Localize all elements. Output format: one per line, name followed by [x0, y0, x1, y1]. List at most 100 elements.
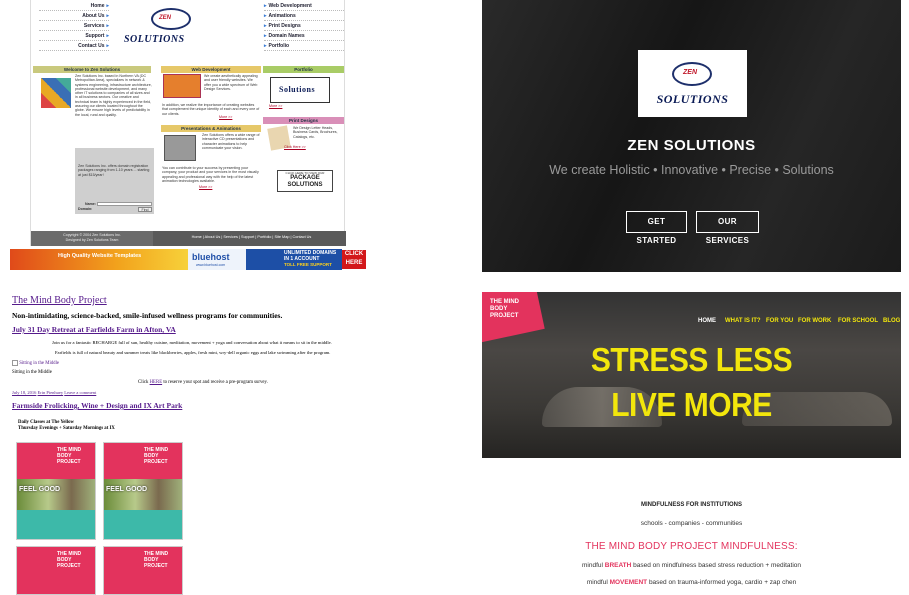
zen-logo-ring-icon [151, 8, 191, 30]
nav-print-link[interactable]: Print Designs [264, 23, 344, 31]
print-text: We Design Letter Heads, Business Cards, … [293, 126, 338, 139]
copyright: Copyright © 2004 Zen Solutions Inc. Desi… [31, 231, 153, 246]
webdev-screens-image [163, 74, 201, 98]
portfolio-header: Portfolio [263, 66, 344, 73]
nav-support-link[interactable]: Support [39, 33, 109, 41]
mindfulness-heading: THE MIND BODY PROJECT MINDFULNESS: [585, 541, 798, 552]
banner-click-button[interactable]: CLICK HERE [342, 250, 366, 269]
poster-2-brand: THE MIND BODY PROJECT [144, 447, 169, 465]
banner-templates-text: High Quality Website Templates [58, 253, 142, 259]
nav-domains-link[interactable]: Domain Names [264, 33, 344, 41]
reserve-post: to reserve your spot and receive a pre-p… [162, 380, 268, 385]
domain-text: Zen Solutions Inc. offers domain registr… [78, 164, 150, 177]
footer-links[interactable]: Home | About Us | Services | Support | P… [157, 235, 346, 239]
get-started-button[interactable]: GET STARTED [626, 211, 687, 245]
dark-logo-text: SOLUTIONS [656, 92, 729, 106]
reserve-pre: Click [138, 380, 150, 385]
unlimited-line-3: TOLL FREE SUPPORT [284, 262, 332, 267]
blog-site-title[interactable]: The Mind Body Project [12, 295, 107, 306]
our-services-button[interactable]: OUR SERVICES [696, 211, 759, 245]
zen-logo-box: ZEN SOLUTIONS [638, 50, 747, 117]
nav-for-work[interactable]: FOR WORK [798, 318, 831, 324]
post-date-link[interactable]: July 18, 2016 [12, 390, 36, 395]
mindful-breath-line: mindful BREATH based on mindfulness base… [482, 562, 901, 569]
mbp-logo-text: THE MIND BODY PROJECT [490, 299, 520, 320]
leave-comment-link[interactable]: Leave a comment [64, 390, 96, 395]
welcome-text: Zen Solutions Inc. based in Northern VA … [75, 74, 152, 117]
poster-2[interactable]: THE MIND BODY PROJECT FEEL GOOD [103, 442, 183, 540]
post-meta: July 18, 2016 Erin Pienhuey Leave a comm… [12, 390, 96, 395]
image-alt-text: Sitting in the Middle [19, 361, 60, 367]
nav-home-link[interactable]: Home [39, 3, 109, 11]
portfolio-logo-image[interactable]: Solutions [270, 77, 330, 103]
nav-for-you[interactable]: FOR YOU [766, 318, 793, 324]
domain-label: Domain: [78, 207, 93, 211]
webdev-more-link[interactable]: More >> [219, 115, 232, 119]
movement-bold: MOVEMENT [609, 579, 648, 586]
nav-portfolio-link[interactable]: Portfolio [264, 43, 344, 51]
nav-animations-link[interactable]: Animations [264, 13, 344, 21]
classes-line-1: Daily Classes at The Yellow [18, 420, 74, 425]
post-author-link[interactable]: Erin Pienhuey [38, 390, 64, 395]
find-button[interactable]: Find [138, 207, 152, 212]
poster-1-brand: THE MIND BODY PROJECT [57, 447, 82, 465]
domain-name-input[interactable] [97, 202, 152, 206]
poster-2-photo [104, 479, 182, 511]
headline-stress-less: STRESS LESS [590, 342, 793, 379]
package-line-3: SOLUTIONS [287, 182, 323, 188]
copyright-line-2: Designed by Zen Solutions Team [65, 238, 119, 242]
zen-logo-zen: ZEN [159, 15, 171, 21]
old-footer: Copyright © 2004 Zen Solutions Inc. Desi… [31, 231, 346, 246]
welcome-header: Welcome to Zen Solutions [33, 66, 151, 73]
print-click-link[interactable]: Click Here >> [284, 145, 306, 149]
poster-4[interactable]: THE MIND BODY PROJECT [103, 546, 183, 595]
poster-1-feel-good: FEEL GOOD [19, 486, 61, 494]
hero-tagline: We create Holistic • Innovative • Precis… [549, 163, 834, 177]
nav-services-link[interactable]: Services [39, 23, 109, 31]
post1-title[interactable]: July 31 Day Retreat at Farfields Farm in… [12, 325, 176, 334]
monitor-image [164, 135, 196, 161]
nav-for-school[interactable]: FOR SCHOOL [838, 318, 878, 324]
post1-paragraph-1: Join us for a fantastic RECHARGE full of… [52, 340, 332, 345]
bluehost-ad[interactable]: bluehost www.bluehost.com [188, 249, 246, 270]
mbp-hero: THE MIND BODY PROJECT HOME WHAT IS IT? F… [482, 292, 901, 458]
package-solutions-button[interactable]: CLICK HERE TO VIEW OUR PACKAGE SOLUTIONS [277, 170, 333, 192]
bluehost-url: www.bluehost.com [196, 263, 226, 267]
breath-bold: BREATH [604, 562, 632, 569]
nav-webdev-link[interactable]: Web Development [264, 3, 344, 11]
nav-home[interactable]: HOME [698, 318, 716, 324]
old-zen-page: Home About Us Services Support Contact U… [30, 0, 346, 246]
nav-about-link[interactable]: About Us [39, 13, 109, 21]
unlimited-ad[interactable]: UNLIMITED DOMAINS IN 1 ACCOUNT TOLL FREE… [246, 249, 342, 270]
domain-box: Zen Solutions Inc. offers domain registr… [75, 148, 154, 214]
banner-templates[interactable]: High Quality Website Templates [10, 249, 188, 270]
puzzle-icon [41, 78, 71, 108]
movement-pre: mindful [586, 579, 610, 586]
section-title: MINDFULNESS FOR INSTITUTIONS [641, 502, 742, 508]
webdev-header: Web Development [161, 66, 261, 73]
nav-contact-link[interactable]: Contact Us [39, 43, 109, 51]
nav-what-is-it[interactable]: WHAT IS IT? [725, 318, 761, 324]
presentations-header: Presentations & Animations [161, 125, 261, 132]
headline-live-more: LIVE MORE [611, 387, 772, 424]
post1-paragraph-2: Farfields is full of natural beauty and … [55, 350, 331, 355]
breath-pre: mindful [581, 562, 605, 569]
broken-image-icon: Sitting in the Middle [12, 360, 59, 366]
dark-logo-zen: ZEN [683, 69, 697, 76]
hero-background [482, 0, 901, 272]
poster-1[interactable]: THE MIND BODY PROJECT FEEL GOOD [16, 442, 96, 540]
ad-banner[interactable]: High Quality Website Templates bluehost … [10, 249, 366, 270]
poster-3[interactable]: THE MIND BODY PROJECT [16, 546, 96, 595]
reserve-link[interactable]: HERE [150, 380, 163, 385]
post2-title[interactable]: Farmside Frolicking, Wine + Design and I… [12, 401, 182, 410]
image-caption: Sitting in the Middle [12, 370, 52, 375]
mbp-logo-badge[interactable]: THE MIND BODY PROJECT [482, 292, 545, 343]
portfolio-more-link[interactable]: More >> [269, 104, 282, 108]
presentations-more-link[interactable]: More >> [199, 185, 212, 189]
poster-4-brand: THE MIND BODY PROJECT [144, 551, 169, 569]
package-line-2: PACKAGE [290, 175, 320, 181]
reserve-line: Click HERE to reserve your spot and rece… [138, 380, 268, 385]
webdev-text: We create aesthetically appealing and us… [204, 74, 258, 91]
zen-logo-text: SOLUTIONS [124, 34, 185, 45]
nav-blog[interactable]: BLOG [883, 318, 900, 324]
